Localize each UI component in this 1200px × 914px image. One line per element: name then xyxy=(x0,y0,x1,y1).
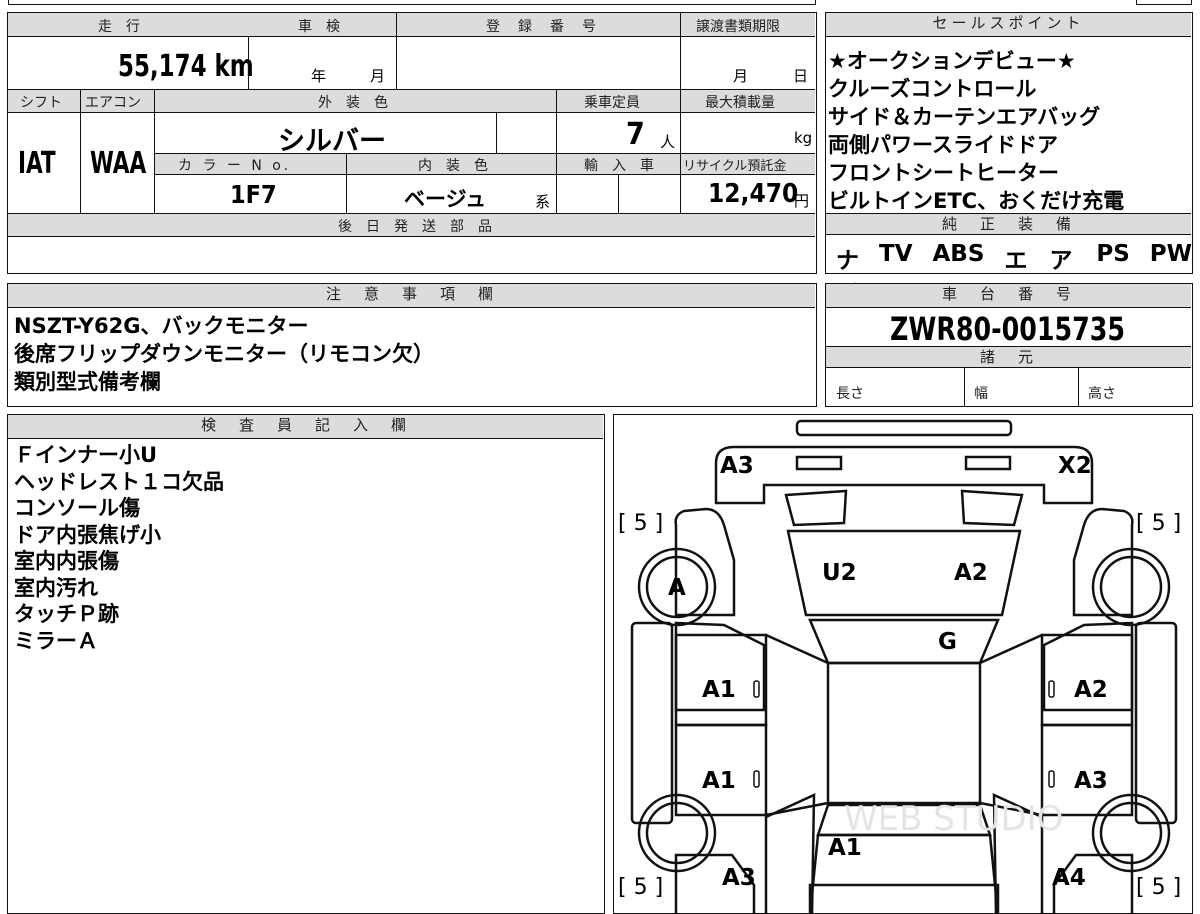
chassis-number: ZWR80-0015735 xyxy=(890,310,1126,348)
mark-front-wheel-left: A xyxy=(668,575,686,601)
label-registration: 登 録 番 号 xyxy=(486,19,598,35)
notes-line: 類別型式備考欄 xyxy=(14,370,161,394)
transfer-month-unit: 月 xyxy=(733,67,749,85)
sales-header: セールスポイント xyxy=(826,13,1191,37)
ac-value: WAA xyxy=(90,146,147,181)
tire-rear-left-label: [ 5 ] xyxy=(618,875,664,900)
label-int-color: 内 装 色 xyxy=(418,158,488,174)
recycle-fee-value: 12,470 xyxy=(708,179,799,209)
inspector-lines: Ｆインナー小U ヘッドレスト１コ欠品 コンソール傷 ドア内張焦げ小 室内内張傷 … xyxy=(14,442,224,654)
sales-line: 両側パワースライドドア xyxy=(828,133,1058,157)
chassis-box: 車 台 番 号 ZWR80-0015735 諸 元 長さ 幅 高さ xyxy=(825,283,1193,407)
load-unit: kg xyxy=(794,129,813,147)
watermark: WEB STUDIO xyxy=(844,799,1063,839)
inspector-line: ドア内張焦げ小 xyxy=(14,522,161,547)
tire-front-right-label: [ 5 ] xyxy=(1136,511,1182,536)
sales-point-box: セールスポイント ★オークションデビュー★ クルーズコントロール サイド＆カーテ… xyxy=(825,12,1193,342)
label-shaken: 車 検 xyxy=(298,19,340,35)
label-ext-color: 外 装 色 xyxy=(318,95,388,111)
basic-info-table: 走 行 車 検 登 録 番 号 譲渡書類期限 55,174 km 年 月 月 日… xyxy=(7,12,817,274)
tire-rear-right-label: [ 5 ] xyxy=(1136,875,1182,900)
mark-door-front-left: A1 xyxy=(702,677,736,703)
sales-lines: ★オークションデビュー★ クルーズコントロール サイド＆カーテンエアバッグ 両側… xyxy=(828,47,1124,215)
front-outline xyxy=(714,445,1094,505)
label-import: 輸 入 車 xyxy=(584,158,654,174)
mark-rear-center: A1 xyxy=(828,835,862,861)
int-color-suffix: 系 xyxy=(535,193,551,211)
yen-unit: 円 xyxy=(794,192,810,210)
color-no-value: 1F7 xyxy=(230,180,277,209)
inspector-line: タッチＰ跡 xyxy=(14,602,119,626)
transfer-day-unit: 日 xyxy=(793,67,809,85)
label-capacity: 乗車定員 xyxy=(584,95,640,111)
spec-header: 諸 元 xyxy=(826,346,1191,368)
inspector-line: Ｆインナー小U xyxy=(14,443,158,467)
shaken-month-unit: 月 xyxy=(370,67,386,85)
car-diagram: WEB STUDIO xyxy=(630,419,1178,913)
sales-line: サイド＆カーテンエアバッグ xyxy=(828,105,1101,129)
spec-length: 長さ xyxy=(836,386,864,402)
label-mileage: 走 行 xyxy=(98,19,140,35)
sales-line: フロントシートヒーター xyxy=(828,161,1059,185)
front-bumper-bar xyxy=(795,419,1013,437)
mark-front-left: A3 xyxy=(720,453,754,479)
label-ac: エアコン xyxy=(85,95,141,111)
notes-line: NSZT-Y62G、バックモニター xyxy=(14,314,309,338)
notes-line: 後席フリップダウンモニター（リモコン欠） xyxy=(14,342,434,366)
car-diagram-box: WEB STUDIO [ 5 ] [ 5 ] [ 5 ] [ 5 ] A3 X2… xyxy=(613,414,1193,914)
capacity-value: 7 xyxy=(626,117,645,152)
mark-rear-right: A4 xyxy=(1052,865,1086,891)
mark-door-front-right: A2 xyxy=(1074,677,1108,703)
equipment-header: 純 正 装 備 xyxy=(826,213,1191,235)
tire-front-left-label: [ 5 ] xyxy=(618,511,664,536)
inspector-line: 室内内張傷 xyxy=(14,549,119,573)
top-stub-left xyxy=(8,0,816,5)
inspector-line: ヘッドレスト１コ欠品 xyxy=(14,469,224,494)
mileage-value: 55,174 km xyxy=(118,49,254,84)
inspector-line: ミラーＡ xyxy=(14,628,98,653)
sales-line: ビルトインETC、おくだけ充電 xyxy=(828,189,1125,213)
notes-header: 注 意 事 項 欄 xyxy=(8,284,815,308)
label-max-load: 最大積載量 xyxy=(705,95,775,111)
notes-box: 注 意 事 項 欄 NSZT-Y62G、バックモニター 後席フリップダウンモニタ… xyxy=(7,283,817,407)
windshield xyxy=(808,618,1000,665)
sales-line: クルーズコントロール xyxy=(828,77,1037,101)
label-recycle: リサイクル預託金 xyxy=(683,159,787,174)
mark-hood-left: U2 xyxy=(822,560,857,586)
mark-hood-right: A2 xyxy=(954,560,988,586)
label-color-no: カ ラ ー N o. xyxy=(178,158,292,174)
mark-door-rear-right: A3 xyxy=(1074,768,1108,794)
spec-height: 高さ xyxy=(1088,386,1116,402)
int-color-value: ベージュ xyxy=(404,187,487,211)
shaken-year-unit: 年 xyxy=(311,67,327,85)
mark-windshield: G xyxy=(938,629,957,655)
capacity-unit: 人 xyxy=(660,133,676,151)
roof xyxy=(826,661,982,805)
notes-lines: NSZT-Y62G、バックモニター 後席フリップダウンモニター（リモコン欠） 類… xyxy=(14,312,434,396)
sales-line: ★オークションデビュー★ xyxy=(828,49,1076,73)
label-shift: シフト xyxy=(20,95,62,111)
chassis-header: 車 台 番 号 xyxy=(826,284,1191,308)
top-stub-right xyxy=(1136,0,1192,5)
inspector-line: コンソール傷 xyxy=(14,496,140,520)
spec-width: 幅 xyxy=(974,386,988,402)
mark-rear-left: A3 xyxy=(722,865,756,891)
inspector-line: 室内汚れ xyxy=(14,575,98,600)
mark-door-rear-left: A1 xyxy=(702,768,736,794)
label-transfer-deadline: 譲渡書類期限 xyxy=(696,19,780,35)
inspector-header: 検 査 員 記 入 欄 xyxy=(8,415,603,439)
inspector-box: 検 査 員 記 入 欄 Ｆインナー小U ヘッドレスト１コ欠品 コンソール傷 ドア… xyxy=(7,414,605,914)
label-later-parts: 後 日 発 送 部 品 xyxy=(338,219,492,235)
mark-front-right: X2 xyxy=(1058,453,1092,479)
shift-value: IAT xyxy=(18,146,56,181)
